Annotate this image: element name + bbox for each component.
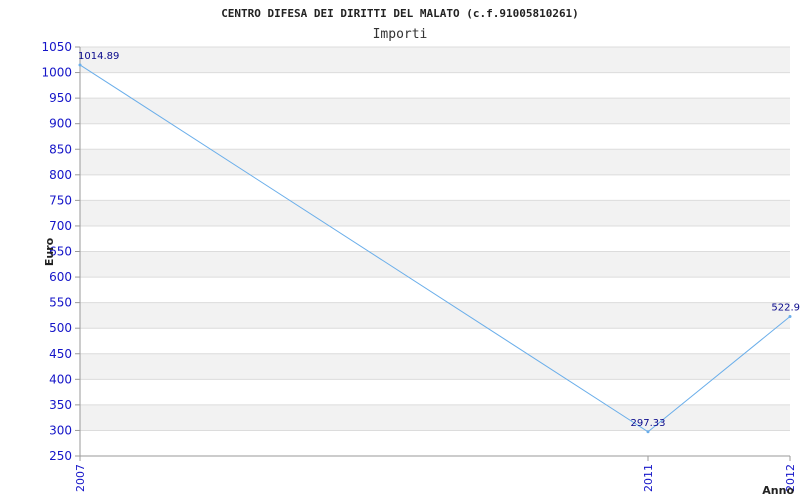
grid-bands xyxy=(80,47,790,431)
grid-band xyxy=(80,251,790,278)
y-tick-label: 750 xyxy=(49,193,72,207)
y-tick-label: 300 xyxy=(49,423,72,437)
y-tick-label: 900 xyxy=(49,117,72,131)
y-axis-label: Euro xyxy=(43,237,56,266)
data-point xyxy=(788,314,792,318)
y-tick-label: 350 xyxy=(49,398,72,412)
y-tick-label: 950 xyxy=(49,91,72,105)
chart-title: CENTRO DIFESA DEI DIRITTI DEL MALATO (c.… xyxy=(221,7,579,20)
grid-band xyxy=(80,47,790,73)
grid-band xyxy=(80,200,790,226)
y-tick-label: 800 xyxy=(49,168,72,182)
x-axis-ticks: 2007 2011 2012 xyxy=(74,456,797,492)
data-point xyxy=(78,63,82,67)
grid-band xyxy=(80,353,790,380)
chart-container: CENTRO DIFESA DEI DIRITTI DEL MALATO (c.… xyxy=(0,0,800,500)
x-axis-label: Anno xyxy=(762,484,794,497)
y-tick-label: 400 xyxy=(49,372,72,386)
y-tick-label: 1000 xyxy=(41,66,72,80)
data-point xyxy=(646,430,650,434)
chart-subtitle: Importi xyxy=(373,27,428,42)
y-tick-label: 550 xyxy=(49,296,72,310)
y-tick-label: 250 xyxy=(49,449,72,463)
data-label: 297.33 xyxy=(631,418,666,429)
y-tick-label: 1050 xyxy=(41,40,72,54)
y-tick-label: 700 xyxy=(49,219,72,233)
grid-band xyxy=(80,302,790,329)
y-tick-label: 850 xyxy=(49,142,72,156)
line-chart: CENTRO DIFESA DEI DIRITTI DEL MALATO (c.… xyxy=(41,7,800,497)
y-tick-label: 500 xyxy=(49,321,72,335)
data-label: 522.9 xyxy=(771,302,800,313)
x-tick-label: 2011 xyxy=(642,464,655,492)
y-tick-label: 600 xyxy=(49,270,72,284)
grid-band xyxy=(80,98,790,124)
data-label: 1014.89 xyxy=(78,51,119,62)
x-tick-label: 2007 xyxy=(74,464,87,492)
y-tick-label: 450 xyxy=(49,347,72,361)
grid-band xyxy=(80,404,790,431)
grid-band xyxy=(80,149,790,175)
